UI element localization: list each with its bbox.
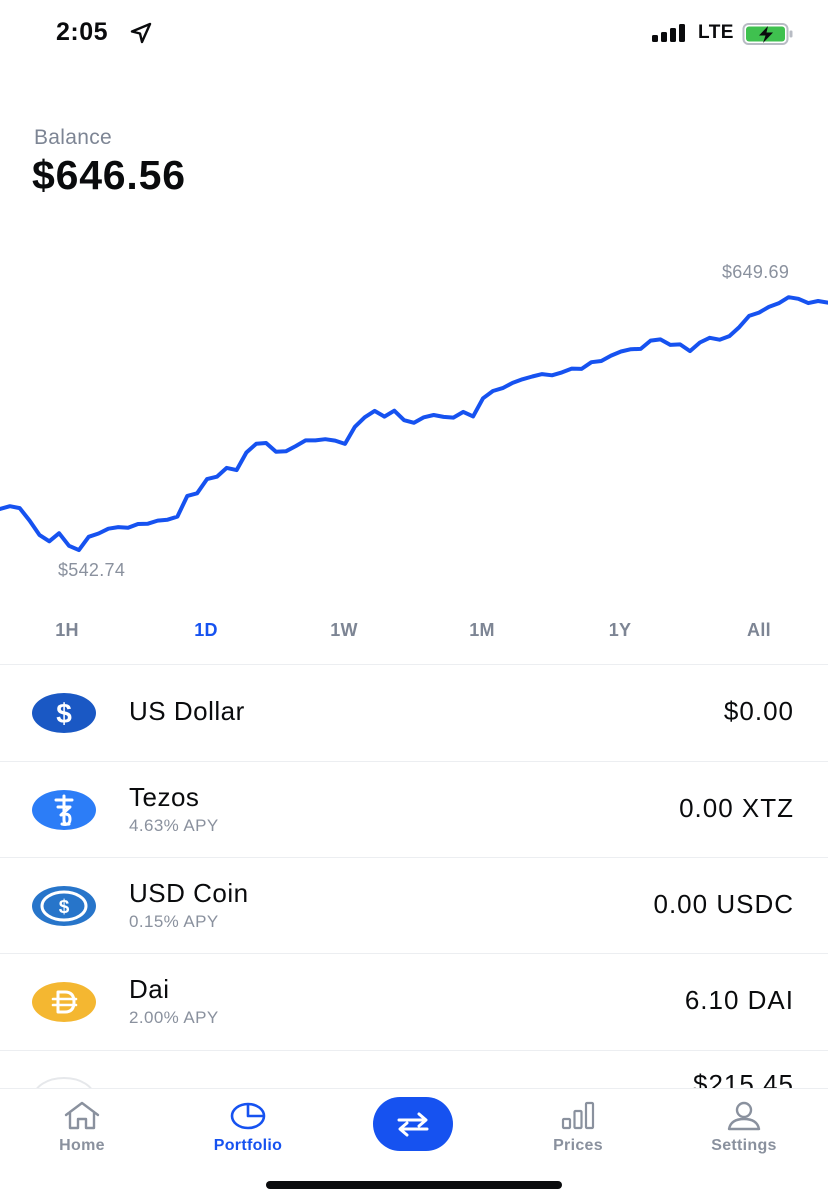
chart-low-label: $542.74 bbox=[58, 560, 126, 580]
status-bar: 2:05 LTE bbox=[0, 0, 828, 66]
svg-text:$: $ bbox=[59, 897, 70, 918]
tab-prices[interactable]: Prices bbox=[518, 1089, 638, 1169]
balance-value: $646.56 bbox=[32, 152, 186, 198]
usd-coin-icon: $ bbox=[32, 886, 96, 926]
asset-amount: $0.00 bbox=[723, 696, 794, 726]
tab-label: Home bbox=[59, 1137, 105, 1154]
swap-arrows-icon bbox=[397, 1112, 429, 1137]
range-tab-1m[interactable]: 1M bbox=[442, 620, 522, 641]
asset-apy: 2.00% APY bbox=[129, 1008, 219, 1027]
asset-apy: 0.15% APY bbox=[129, 912, 219, 931]
tab-label: Settings bbox=[711, 1137, 777, 1154]
home-indicator bbox=[266, 1181, 562, 1189]
home-icon bbox=[64, 1101, 100, 1130]
bar-chart-icon bbox=[561, 1101, 595, 1130]
svg-text:$: $ bbox=[56, 698, 72, 729]
asset-row-usd-coin[interactable]: $ USD Coin 0.15% APY 0.00 USDC bbox=[0, 858, 828, 954]
time-range-selector: 1H 1D 1W 1M 1Y All bbox=[0, 620, 828, 648]
asset-name: Dai bbox=[129, 974, 170, 1004]
pie-chart-icon bbox=[230, 1102, 266, 1130]
range-tab-all[interactable]: All bbox=[719, 620, 799, 641]
asset-amount: 6.10 DAI bbox=[684, 985, 794, 1015]
tab-label: Portfolio bbox=[213, 1137, 283, 1154]
status-time: 2:05 bbox=[56, 18, 109, 46]
asset-row-us-dollar[interactable]: $ US Dollar $0.00 bbox=[0, 665, 828, 761]
range-tab-1d[interactable]: 1D bbox=[166, 620, 246, 641]
location-arrow-icon bbox=[130, 22, 152, 44]
balance-label: Balance bbox=[34, 126, 112, 149]
range-tab-1y[interactable]: 1Y bbox=[580, 620, 660, 641]
asset-name: USD Coin bbox=[129, 878, 249, 908]
price-series-line bbox=[0, 295, 828, 553]
portfolio-price-chart[interactable] bbox=[0, 250, 828, 590]
network-type: LTE bbox=[698, 22, 734, 43]
range-tab-1w[interactable]: 1W bbox=[304, 620, 384, 641]
asset-apy: 4.63% APY bbox=[129, 816, 219, 835]
asset-name: Tezos bbox=[129, 782, 200, 812]
cellular-signal-icon bbox=[652, 24, 685, 42]
tab-label: Prices bbox=[553, 1137, 603, 1154]
tab-home[interactable]: Home bbox=[22, 1089, 142, 1169]
person-icon bbox=[727, 1101, 761, 1131]
asset-amount: 0.00 USDC bbox=[653, 889, 794, 919]
tab-portfolio[interactable]: Portfolio bbox=[188, 1089, 308, 1169]
tab-settings[interactable]: Settings bbox=[684, 1089, 804, 1169]
dai-icon bbox=[32, 982, 96, 1022]
tezos-icon bbox=[32, 790, 96, 830]
asset-name: US Dollar bbox=[129, 696, 245, 726]
asset-row-tezos[interactable]: Tezos 4.63% APY 0.00 XTZ bbox=[0, 762, 828, 858]
trade-button[interactable] bbox=[373, 1097, 453, 1151]
asset-amount: 0.00 XTZ bbox=[679, 793, 794, 823]
battery-charging-icon bbox=[742, 23, 793, 45]
dollar-icon: $ bbox=[32, 693, 96, 733]
asset-row-dai[interactable]: Dai 2.00% APY 6.10 DAI bbox=[0, 954, 828, 1050]
range-tab-1h[interactable]: 1H bbox=[27, 620, 107, 641]
